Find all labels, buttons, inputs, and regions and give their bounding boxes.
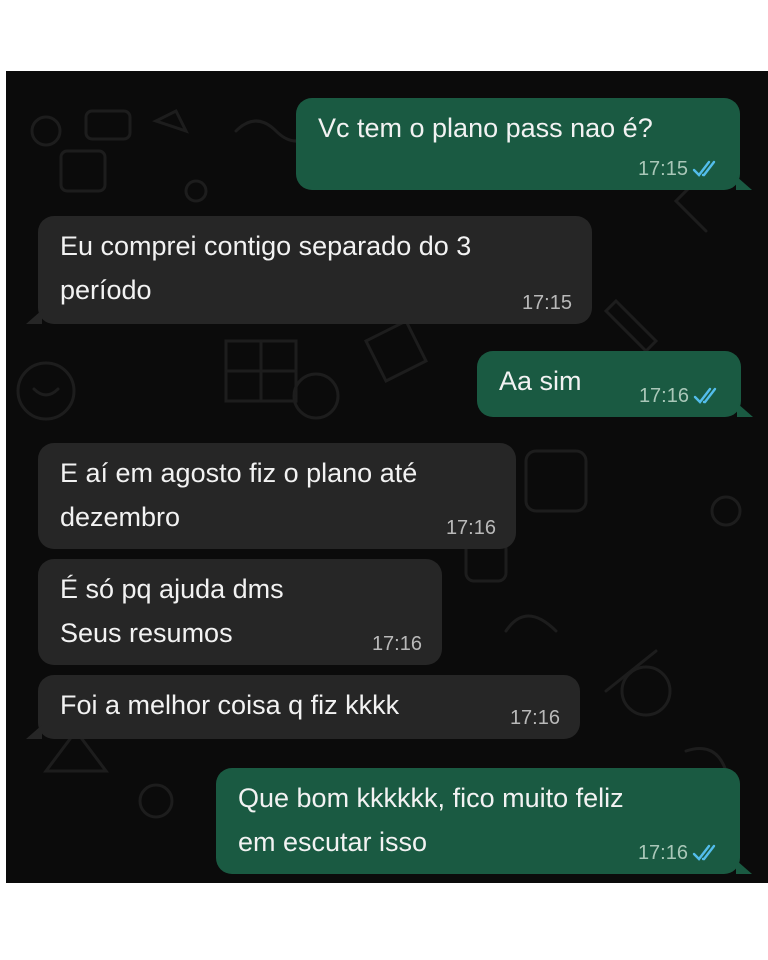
chat-area: Vc tem o plano pass nao é? 17:15 Eu comp…	[6, 71, 768, 883]
message-text: E aí em agosto fiz o plano até dezembro	[60, 458, 418, 532]
read-ticks-icon	[692, 160, 720, 178]
message-time: 17:16	[637, 842, 688, 864]
message-meta: 17:16	[510, 707, 560, 729]
message-time: 17:15	[637, 158, 688, 180]
message-text: É só pq ajuda dms Seus resumos	[60, 574, 284, 648]
message-time: 17:16	[445, 517, 496, 539]
message-time: 17:16	[509, 707, 560, 729]
message-meta: 17:16	[372, 633, 422, 655]
message-bubble-incoming[interactable]: E aí em agosto fiz o plano até dezembro …	[38, 443, 516, 549]
message-meta: 17:16	[639, 385, 721, 407]
message-time: 17:16	[371, 633, 422, 655]
message-bubble-incoming[interactable]: Eu comprei contigo separado do 3 período…	[26, 216, 592, 324]
bubble-tail	[736, 176, 752, 190]
message-text: Vc tem o plano pass nao é?	[318, 113, 653, 143]
read-ticks-icon	[692, 844, 720, 862]
message-bubble-incoming[interactable]: É só pq ajuda dms Seus resumos 17:16	[38, 559, 442, 665]
message-bubble-outgoing[interactable]: Aa sim 17:16	[477, 351, 753, 417]
read-ticks-icon	[693, 387, 721, 405]
bubble-tail	[736, 860, 752, 874]
bubble-tail	[26, 310, 42, 324]
message-time: 17:15	[521, 292, 572, 314]
message-time: 17:16	[638, 385, 689, 407]
message-meta: 17:16	[638, 842, 720, 864]
message-text: Eu comprei contigo separado do 3 período	[60, 231, 472, 305]
bubble-tail	[737, 403, 753, 417]
message-meta: 17:15	[522, 292, 572, 314]
message-text: Foi a melhor coisa q fiz kkkk	[60, 690, 400, 720]
message-bubble-outgoing[interactable]: Que bom kkkkkk, fico muito feliz em escu…	[216, 768, 752, 874]
message-meta: 17:15	[638, 158, 720, 180]
message-bubble-incoming[interactable]: Foi a melhor coisa q fiz kkkk 17:16	[26, 675, 580, 739]
message-meta: 17:16	[446, 517, 496, 539]
message-bubble-outgoing[interactable]: Vc tem o plano pass nao é? 17:15	[296, 98, 752, 190]
bubble-tail	[26, 725, 42, 739]
